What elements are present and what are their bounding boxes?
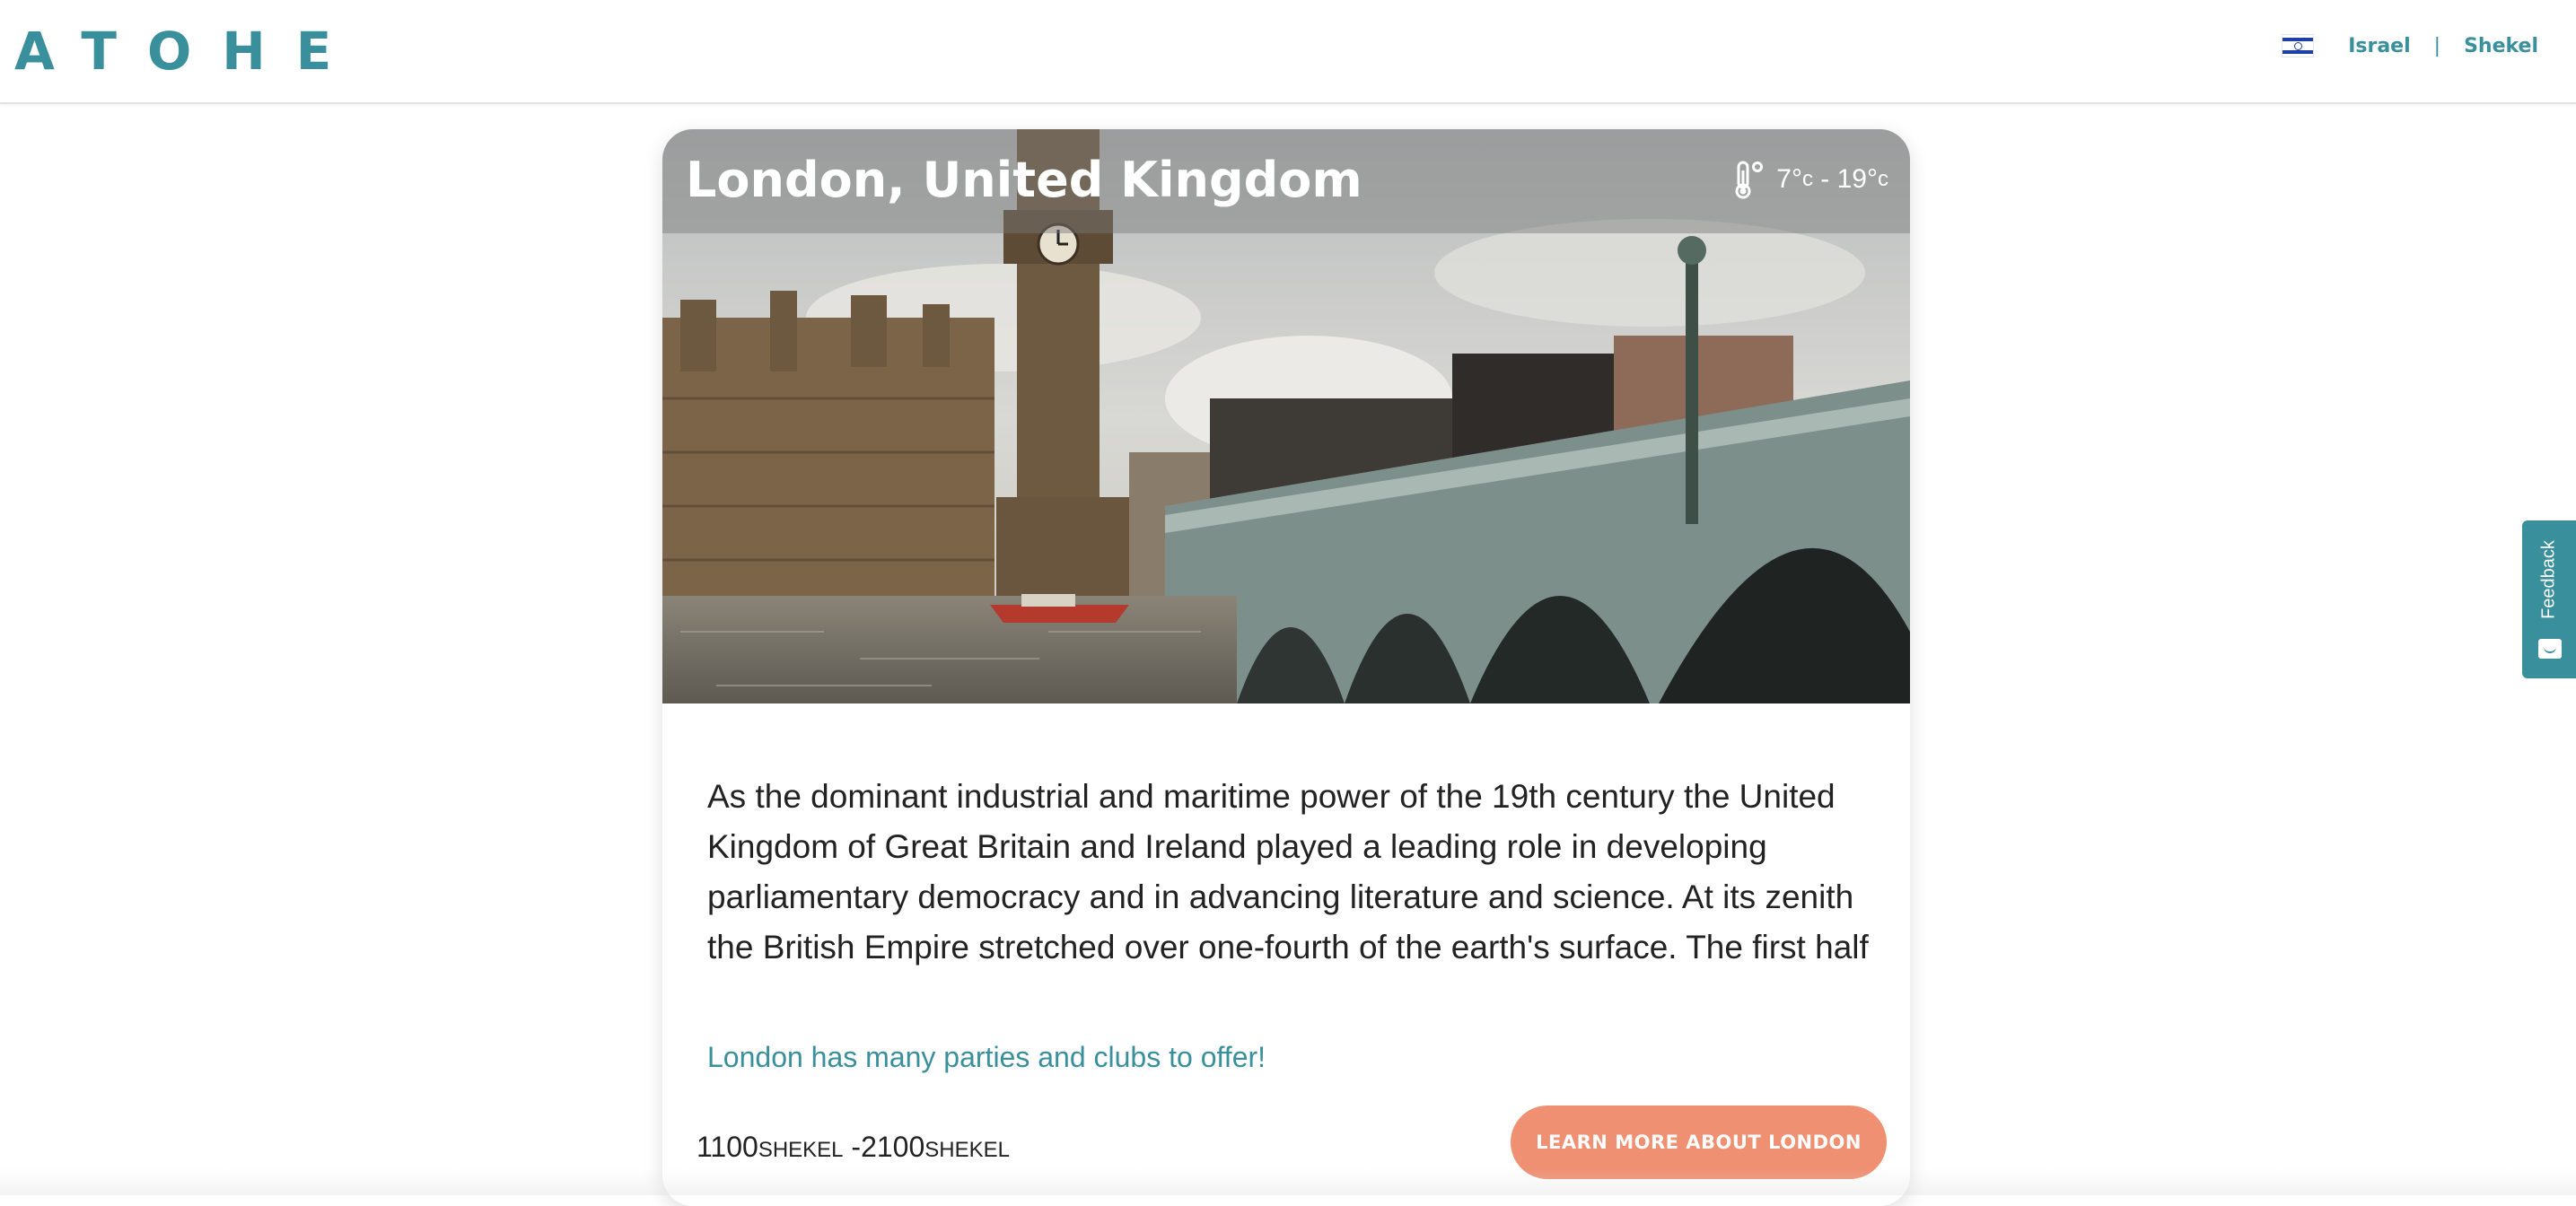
destination-image: London, United Kingdom 7° c - 19° c (662, 129, 1910, 704)
temperature-dash: - (1813, 164, 1837, 195)
city-title: London, United Kingdom (686, 149, 1362, 212)
feedback-face-icon (2538, 639, 2562, 659)
top-header: ATOHE Israel | Shekel (0, 0, 2576, 104)
learn-more-button[interactable]: LEARN MORE ABOUT LONDON (1511, 1106, 1887, 1179)
israel-flag-icon[interactable] (2282, 34, 2314, 57)
price-min-currency: Shekel (758, 1138, 844, 1162)
temperature-max-unit: c (1878, 167, 1888, 192)
price-min: 1100 (697, 1131, 758, 1163)
country-link[interactable]: Israel (2348, 35, 2410, 57)
price-max-currency: Shekel (924, 1138, 1010, 1162)
temperature-min-unit: c (1802, 167, 1813, 192)
temperature-min: 7° (1776, 164, 1802, 195)
brand-logo[interactable]: ATOHE (14, 20, 362, 83)
feedback-tab[interactable]: Feedback (2522, 520, 2576, 678)
price-max: 2100 (861, 1131, 924, 1163)
destination-card: London, United Kingdom 7° c - 19° c As t… (662, 129, 1910, 1206)
temperature-range: 7° c - 19° c (1733, 160, 1888, 199)
destination-tagline: London has many parties and clubs to off… (707, 1041, 1266, 1074)
currency-link[interactable]: Shekel (2464, 35, 2538, 57)
destination-description: As the dominant industrial and maritime … (707, 772, 1874, 978)
temperature-max: 19° (1837, 164, 1878, 195)
locale-separator: | (2434, 35, 2440, 57)
price-range: 1100Shekel -2100Shekel (697, 1125, 1010, 1172)
locale-selector: Israel | Shekel (2282, 34, 2538, 57)
thermometer-icon (1733, 160, 1766, 199)
feedback-label: Feedback (2539, 540, 2560, 619)
price-separator: - (844, 1131, 862, 1163)
